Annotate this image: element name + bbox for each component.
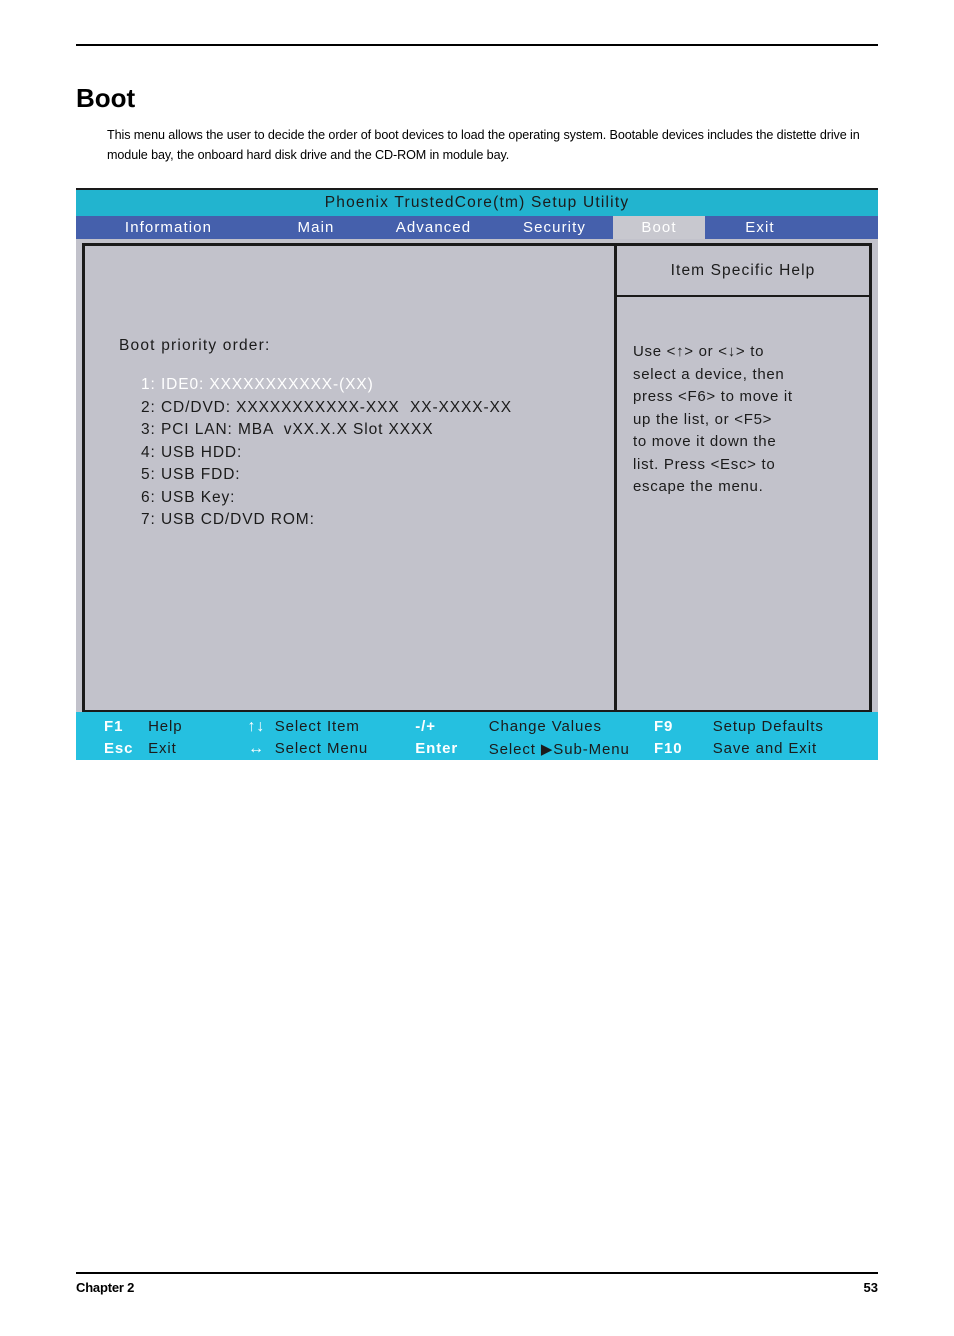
boot-item-index: 3:	[141, 421, 156, 438]
tab-advanced[interactable]: Advanced	[371, 216, 496, 239]
page-rule-bottom	[76, 1272, 878, 1274]
boot-item-index: 1:	[141, 376, 156, 393]
select-item-label: Select Item	[274, 718, 360, 735]
page-rule-top	[76, 44, 878, 46]
bios-content-area: Boot priority order: 1: IDE0: XXXXXXXXXX…	[82, 243, 872, 713]
boot-priority-order-label: Boot priority order:	[119, 337, 271, 354]
footer-page-number: 53	[863, 1280, 878, 1295]
save-and-exit-label: Save and Exit	[712, 740, 818, 757]
esc-action-label: Exit	[148, 740, 177, 757]
bios-title-bar: Phoenix TrustedCore(tm) Setup Utility	[76, 190, 878, 216]
boot-list-item[interactable]: 7: USB CD/DVD ROM:	[141, 509, 512, 532]
tab-exit[interactable]: Exit	[705, 216, 815, 239]
footer-chapter: Chapter 2	[76, 1280, 135, 1295]
function-key-row-2: Esc Exit ↔ Select Menu Enter Select ▶Sub…	[76, 737, 878, 760]
boot-list-item[interactable]: 1: IDE0: XXXXXXXXXXX-(XX)	[141, 374, 512, 397]
f1-action-label: Help	[148, 718, 183, 735]
boot-list-item[interactable]: 6: USB Key:	[141, 487, 512, 510]
boot-item-label: IDE0: XXXXXXXXXXX-(XX)	[160, 376, 374, 393]
function-key-row-1: F1 Help ↑↓ Select Item -/+ Change Values…	[76, 715, 878, 738]
boot-item-index: 7:	[141, 511, 156, 528]
item-specific-help-title: Item Specific Help	[617, 246, 869, 297]
change-values-label: Change Values	[488, 718, 602, 735]
tab-information[interactable]: Information	[76, 216, 261, 239]
boot-item-label: PCI LAN: MBA vXX.X.X Slot XXXX	[160, 421, 434, 438]
up-down-arrow-icon: ↑↓	[247, 717, 266, 735]
page-title: Boot	[76, 83, 136, 114]
tab-security[interactable]: Security	[496, 216, 613, 239]
select-menu-label: Select Menu	[274, 740, 369, 757]
boot-item-label: USB HDD:	[160, 443, 243, 461]
boot-list-item[interactable]: 5: USB FDD:	[141, 464, 512, 487]
boot-list-item[interactable]: 2: CD/DVD: XXXXXXXXXXX-XXX XX-XXXX-XX	[141, 397, 512, 420]
boot-item-index: 6:	[141, 488, 156, 506]
bios-menu-bar: Information Main Advanced Security Boot …	[76, 216, 878, 239]
esc-key[interactable]: Esc	[76, 740, 148, 757]
select-submenu-label: Select ▶Sub-Menu	[488, 740, 630, 758]
boot-priority-panel: Boot priority order: 1: IDE0: XXXXXXXXXX…	[85, 246, 617, 710]
function-key-bar: F1 Help ↑↓ Select Item -/+ Change Values…	[76, 712, 878, 760]
boot-item-index: 2:	[141, 398, 156, 416]
tab-main[interactable]: Main	[261, 216, 371, 239]
f1-key[interactable]: F1	[76, 718, 148, 735]
enter-key[interactable]: Enter	[415, 740, 488, 757]
f10-key[interactable]: F10	[654, 740, 713, 757]
boot-item-label: USB CD/DVD ROM:	[160, 511, 315, 528]
boot-priority-list: 1: IDE0: XXXXXXXXXXX-(XX) 2: CD/DVD: XXX…	[141, 374, 512, 532]
f9-key[interactable]: F9	[654, 718, 713, 735]
intro-paragraph: This menu allows the user to decide the …	[107, 127, 860, 162]
bios-setup-window: Phoenix TrustedCore(tm) Setup Utility In…	[76, 188, 878, 760]
boot-list-item[interactable]: 4: USB HDD:	[141, 442, 512, 465]
boot-list-item[interactable]: 3: PCI LAN: MBA vXX.X.X Slot XXXX	[141, 419, 512, 442]
boot-item-label: USB FDD:	[160, 466, 241, 483]
boot-item-index: 5:	[141, 466, 156, 483]
tab-boot[interactable]: Boot	[613, 216, 705, 239]
item-specific-help-panel: Item Specific Help Use <↑> or <↓> to sel…	[617, 246, 869, 710]
boot-item-label: USB Key:	[160, 488, 236, 506]
item-specific-help-text: Use <↑> or <↓> to select a device, then …	[633, 343, 793, 495]
minus-plus-key[interactable]: -/+	[415, 718, 488, 735]
left-right-arrow-icon: ↔	[247, 739, 265, 757]
boot-item-label: CD/DVD: XXXXXXXXXXX-XXX XX-XXXX-XX	[160, 398, 513, 416]
boot-item-index: 4:	[141, 443, 156, 461]
setup-defaults-label: Setup Defaults	[712, 718, 824, 735]
